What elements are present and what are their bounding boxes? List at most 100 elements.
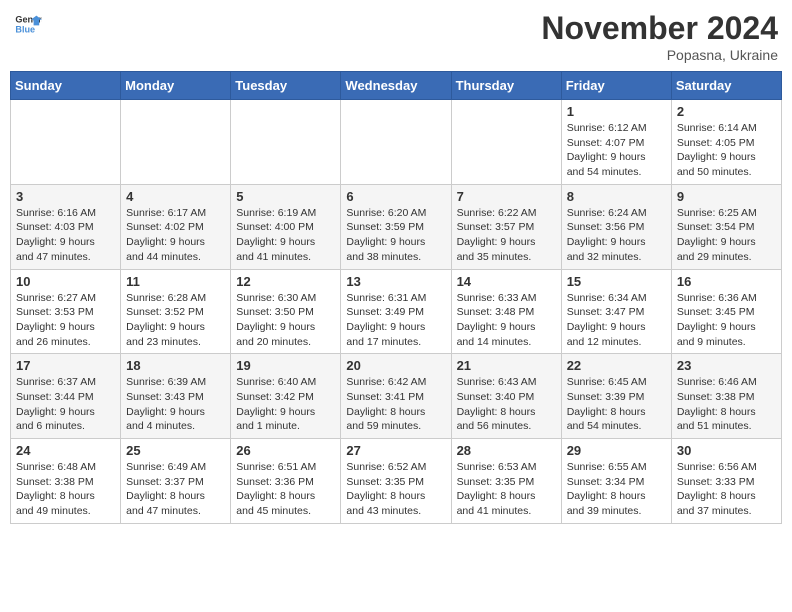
calendar-week-row: 24 Sunrise: 6:48 AM Sunset: 3:38 PM Dayli… <box>11 439 782 524</box>
day-info: Sunrise: 6:40 AM Sunset: 3:42 PM Dayligh… <box>236 375 335 434</box>
calendar-cell: 7Sunrise: 6:22 AM Sunset: 3:57 PM Daylig… <box>451 184 561 269</box>
calendar-cell: 27 Sunrise: 6:52 AM Sunset: 3:35 PM Dayli… <box>341 439 451 524</box>
calendar-cell: 15 Sunrise: 6:34 AM Sunset: 3:47 PM Dayli… <box>561 269 671 354</box>
day-number: 24 <box>16 443 115 458</box>
calendar-cell: 24 Sunrise: 6:48 AM Sunset: 3:38 PM Dayli… <box>11 439 121 524</box>
day-info: Sunrise: 6:56 AM Sunset: 3:33 PM Dayligh… <box>677 460 776 519</box>
calendar-week-row: 10 Sunrise: 6:27 AM Sunset: 3:53 PM Dayli… <box>11 269 782 354</box>
calendar-cell: 22 Sunrise: 6:45 AM Sunset: 3:39 PM Dayli… <box>561 354 671 439</box>
calendar-cell: 19Sunrise: 6:40 AM Sunset: 3:42 PM Dayli… <box>231 354 341 439</box>
calendar-cell: 11 Sunrise: 6:28 AM Sunset: 3:52 PM Dayli… <box>121 269 231 354</box>
day-number: 27 <box>346 443 445 458</box>
calendar-cell: 10 Sunrise: 6:27 AM Sunset: 3:53 PM Dayli… <box>11 269 121 354</box>
day-number: 30 <box>677 443 776 458</box>
location: Popasna, Ukraine <box>541 47 778 63</box>
day-number: 16 <box>677 274 776 289</box>
day-info: Sunrise: 6:34 AM Sunset: 3:47 PM Dayligh… <box>567 291 666 350</box>
day-info: Sunrise: 6:33 AM Sunset: 3:48 PM Dayligh… <box>457 291 556 350</box>
calendar-table: SundayMondayTuesdayWednesdayThursdayFrid… <box>10 71 782 524</box>
calendar-cell: 14 Sunrise: 6:33 AM Sunset: 3:48 PM Dayli… <box>451 269 561 354</box>
day-number: 7 <box>457 189 556 204</box>
day-info: Sunrise: 6:42 AM Sunset: 3:41 PM Dayligh… <box>346 375 445 434</box>
calendar-cell: 23 Sunrise: 6:46 AM Sunset: 3:38 PM Dayli… <box>671 354 781 439</box>
calendar-cell: 4Sunrise: 6:17 AM Sunset: 4:02 PM Daylig… <box>121 184 231 269</box>
day-info: Sunrise: 6:52 AM Sunset: 3:35 PM Dayligh… <box>346 460 445 519</box>
calendar-cell: 2Sunrise: 6:14 AM Sunset: 4:05 PM Daylig… <box>671 100 781 185</box>
weekday-header: Monday <box>121 72 231 100</box>
day-number: 20 <box>346 358 445 373</box>
day-info: Sunrise: 6:12 AM Sunset: 4:07 PM Dayligh… <box>567 121 666 180</box>
day-number: 13 <box>346 274 445 289</box>
day-number: 29 <box>567 443 666 458</box>
day-number: 9 <box>677 189 776 204</box>
calendar-cell <box>451 100 561 185</box>
calendar-cell <box>11 100 121 185</box>
calendar-cell: 13 Sunrise: 6:31 AM Sunset: 3:49 PM Dayli… <box>341 269 451 354</box>
day-number: 28 <box>457 443 556 458</box>
weekday-header-row: SundayMondayTuesdayWednesdayThursdayFrid… <box>11 72 782 100</box>
calendar-cell: 5Sunrise: 6:19 AM Sunset: 4:00 PM Daylig… <box>231 184 341 269</box>
calendar-cell: 16 Sunrise: 6:36 AM Sunset: 3:45 PM Dayli… <box>671 269 781 354</box>
calendar-cell <box>121 100 231 185</box>
calendar-cell: 3Sunrise: 6:16 AM Sunset: 4:03 PM Daylig… <box>11 184 121 269</box>
day-number: 25 <box>126 443 225 458</box>
day-info: Sunrise: 6:14 AM Sunset: 4:05 PM Dayligh… <box>677 121 776 180</box>
day-number: 1 <box>567 104 666 119</box>
day-info: Sunrise: 6:25 AM Sunset: 3:54 PM Dayligh… <box>677 206 776 265</box>
day-info: Sunrise: 6:45 AM Sunset: 3:39 PM Dayligh… <box>567 375 666 434</box>
day-number: 11 <box>126 274 225 289</box>
day-number: 10 <box>16 274 115 289</box>
calendar-cell <box>341 100 451 185</box>
day-number: 14 <box>457 274 556 289</box>
day-info: Sunrise: 6:48 AM Sunset: 3:38 PM Dayligh… <box>16 460 115 519</box>
day-number: 23 <box>677 358 776 373</box>
calendar-cell: 21 Sunrise: 6:43 AM Sunset: 3:40 PM Dayli… <box>451 354 561 439</box>
day-info: Sunrise: 6:36 AM Sunset: 3:45 PM Dayligh… <box>677 291 776 350</box>
day-number: 22 <box>567 358 666 373</box>
weekday-header: Friday <box>561 72 671 100</box>
calendar-cell: 6 Sunrise: 6:20 AM Sunset: 3:59 PM Daylig… <box>341 184 451 269</box>
day-info: Sunrise: 6:31 AM Sunset: 3:49 PM Dayligh… <box>346 291 445 350</box>
logo: General Blue <box>14 10 42 38</box>
day-number: 12 <box>236 274 335 289</box>
day-info: Sunrise: 6:16 AM Sunset: 4:03 PM Dayligh… <box>16 206 115 265</box>
day-info: Sunrise: 6:28 AM Sunset: 3:52 PM Dayligh… <box>126 291 225 350</box>
day-info: Sunrise: 6:24 AM Sunset: 3:56 PM Dayligh… <box>567 206 666 265</box>
calendar-cell <box>231 100 341 185</box>
calendar-week-row: 17Sunrise: 6:37 AM Sunset: 3:44 PM Dayli… <box>11 354 782 439</box>
day-number: 26 <box>236 443 335 458</box>
svg-text:Blue: Blue <box>15 24 35 34</box>
day-info: Sunrise: 6:20 AM Sunset: 3:59 PM Dayligh… <box>346 206 445 265</box>
day-number: 5 <box>236 189 335 204</box>
calendar-cell: 12Sunrise: 6:30 AM Sunset: 3:50 PM Dayli… <box>231 269 341 354</box>
calendar-week-row: 3Sunrise: 6:16 AM Sunset: 4:03 PM Daylig… <box>11 184 782 269</box>
day-info: Sunrise: 6:49 AM Sunset: 3:37 PM Dayligh… <box>126 460 225 519</box>
day-info: Sunrise: 6:51 AM Sunset: 3:36 PM Dayligh… <box>236 460 335 519</box>
day-info: Sunrise: 6:55 AM Sunset: 3:34 PM Dayligh… <box>567 460 666 519</box>
weekday-header: Thursday <box>451 72 561 100</box>
calendar-cell: 26 Sunrise: 6:51 AM Sunset: 3:36 PM Dayli… <box>231 439 341 524</box>
day-info: Sunrise: 6:46 AM Sunset: 3:38 PM Dayligh… <box>677 375 776 434</box>
month-title: November 2024 <box>541 10 778 47</box>
calendar-cell: 20 Sunrise: 6:42 AM Sunset: 3:41 PM Dayli… <box>341 354 451 439</box>
calendar-cell: 1 Sunrise: 6:12 AM Sunset: 4:07 PM Daylig… <box>561 100 671 185</box>
calendar-cell: 18Sunrise: 6:39 AM Sunset: 3:43 PM Dayli… <box>121 354 231 439</box>
day-info: Sunrise: 6:27 AM Sunset: 3:53 PM Dayligh… <box>16 291 115 350</box>
day-number: 15 <box>567 274 666 289</box>
calendar-cell: 17Sunrise: 6:37 AM Sunset: 3:44 PM Dayli… <box>11 354 121 439</box>
day-info: Sunrise: 6:39 AM Sunset: 3:43 PM Dayligh… <box>126 375 225 434</box>
page-header: General Blue November 2024 Popasna, Ukra… <box>10 10 782 63</box>
day-info: Sunrise: 6:37 AM Sunset: 3:44 PM Dayligh… <box>16 375 115 434</box>
day-number: 8 <box>567 189 666 204</box>
day-number: 6 <box>346 189 445 204</box>
weekday-header: Tuesday <box>231 72 341 100</box>
calendar-week-row: 1 Sunrise: 6:12 AM Sunset: 4:07 PM Daylig… <box>11 100 782 185</box>
calendar-cell: 25 Sunrise: 6:49 AM Sunset: 3:37 PM Dayli… <box>121 439 231 524</box>
weekday-header: Saturday <box>671 72 781 100</box>
weekday-header: Sunday <box>11 72 121 100</box>
title-block: November 2024 Popasna, Ukraine <box>541 10 778 63</box>
day-number: 21 <box>457 358 556 373</box>
calendar-cell: 30 Sunrise: 6:56 AM Sunset: 3:33 PM Dayli… <box>671 439 781 524</box>
day-info: Sunrise: 6:17 AM Sunset: 4:02 PM Dayligh… <box>126 206 225 265</box>
day-info: Sunrise: 6:43 AM Sunset: 3:40 PM Dayligh… <box>457 375 556 434</box>
